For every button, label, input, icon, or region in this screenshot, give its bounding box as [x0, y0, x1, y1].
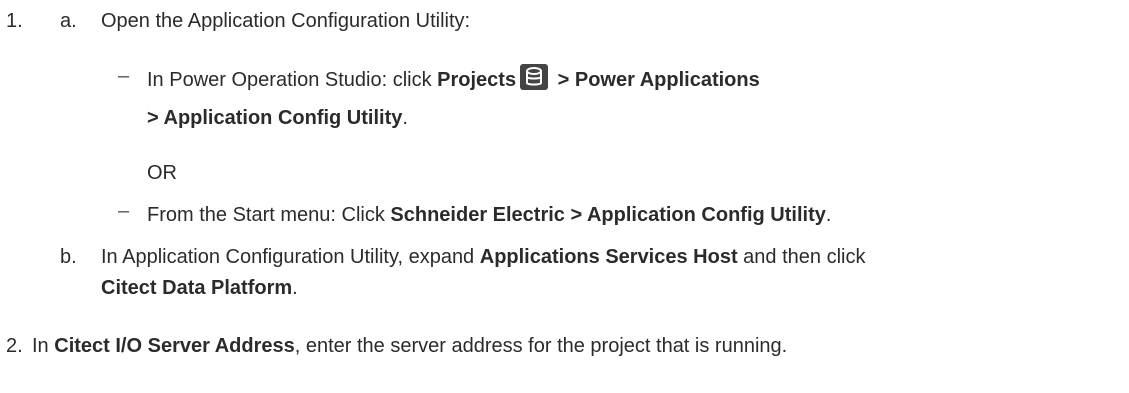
applications-services-host: Applications Services Host [479, 246, 738, 268]
start-menu-path: Schneider Electric > Application Config … [390, 204, 826, 226]
option-2-prefix: From the Start menu: Click [147, 204, 391, 226]
option-1-line-1: – In Power Operation Studio: click Proje… [0, 64, 1129, 94]
citect-io-server-address: Citect I/O Server Address [54, 335, 295, 357]
step-1-number: 1. [6, 10, 23, 32]
database-icon [520, 64, 549, 90]
power-applications-label: > Power Applications [552, 69, 760, 91]
projects-label: Projects [437, 69, 517, 91]
citect-data-platform: Citect Data Platform [101, 277, 293, 299]
step-2-prefix: In [32, 335, 55, 357]
or-text: OR [147, 162, 177, 184]
step-2-rest: , enter the server address for the proje… [294, 335, 788, 357]
option-1-text: In Power Operation Studio: click Project… [147, 64, 760, 92]
step-1b-letter: b. [60, 246, 77, 268]
option-1-line-2: > Application Config Utility. [147, 107, 408, 129]
step-1a-letter: a. [60, 10, 77, 32]
step-2-number: 2. [6, 335, 23, 357]
app-config-utility-label: > Application Config Utility [147, 107, 403, 129]
step-1a-text: Open the Application Configuration Utili… [101, 10, 471, 32]
step-1b-line-2: Citect Data Platform. [101, 277, 298, 299]
dash-bullet: – [118, 65, 130, 87]
dash-bullet: – [118, 200, 130, 222]
step-1b-prefix: In Application Configuration Utility, ex… [101, 246, 480, 268]
option-1-prefix: In Power Operation Studio: click [147, 69, 438, 91]
step-1b-middle: and then click [737, 246, 866, 268]
